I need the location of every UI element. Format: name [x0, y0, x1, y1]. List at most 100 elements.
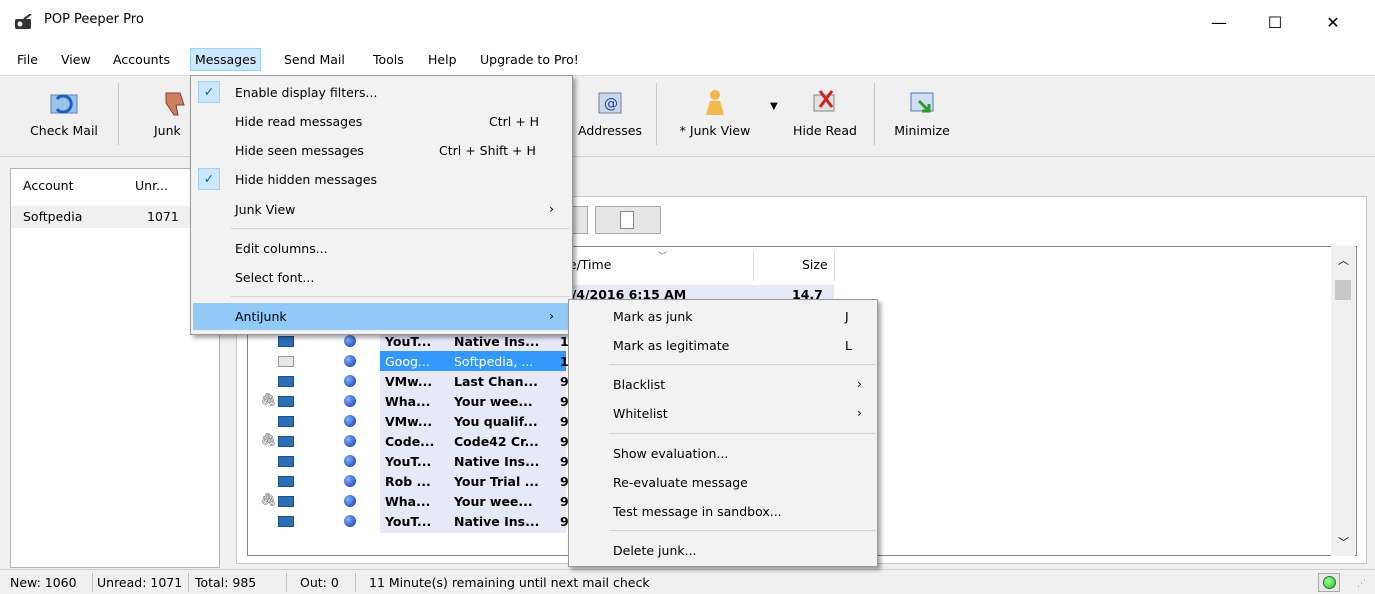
minimize-to-tray-icon: [905, 87, 939, 119]
attachment-icon: 🖇: [260, 493, 277, 508]
junk-button[interactable]: Junk: [140, 81, 190, 151]
account-name: Softpedia: [23, 209, 83, 224]
envelope-icon: [278, 336, 294, 347]
menu-item-enable-display-filters[interactable]: ✓ Enable display filters...: [193, 79, 570, 106]
account-column-header[interactable]: Account: [23, 169, 73, 203]
unread-column-header[interactable]: Unr...: [135, 169, 168, 203]
unread-dot-icon: [344, 455, 356, 467]
menu-separator: [231, 296, 569, 297]
unread-dot-icon: [344, 495, 356, 507]
menu-item-label: Whitelist: [613, 406, 668, 421]
connection-status[interactable]: [1318, 573, 1340, 592]
message-subject: Code42 Cr...: [454, 434, 539, 449]
scrollbar-thumb[interactable]: [1335, 280, 1351, 300]
menu-accounts[interactable]: Accounts: [113, 52, 170, 67]
junk-view-button[interactable]: * Junk View: [670, 81, 760, 151]
message-from: Wha...: [385, 494, 431, 509]
svg-text:@: @: [604, 96, 618, 112]
scroll-up-icon[interactable]: ︿: [1338, 252, 1349, 268]
hide-read-icon: [808, 87, 842, 119]
menu-file[interactable]: File: [17, 52, 38, 67]
junk-view-dropdown-icon[interactable]: ▼: [770, 101, 778, 112]
minimize-window-button[interactable]: —: [1196, 0, 1242, 44]
status-separator: [355, 573, 356, 592]
menu-item-hide-read-messages[interactable]: Hide read messages Ctrl + H: [193, 108, 570, 135]
menu-item-label: Mark as junk: [613, 309, 693, 324]
minimize-button[interactable]: Minimize: [886, 81, 958, 151]
menu-item-hide-seen-messages[interactable]: Hide seen messages Ctrl + Shift + H: [193, 137, 570, 164]
menu-item-re-evaluate-message[interactable]: Re-evaluate message: [571, 469, 875, 496]
menu-item-shortcut: J: [845, 309, 849, 324]
messages-menu: ✓ Enable display filters... Hide read me…: [190, 75, 573, 335]
status-separator: [188, 573, 189, 592]
submenu-arrow-icon: ›: [857, 376, 862, 391]
envelope-icon: [278, 396, 294, 407]
message-from: Rob ...: [385, 474, 431, 489]
accounts-list[interactable]: Account Unr... Softpedia 1071: [10, 168, 220, 568]
menu-item-junk-view[interactable]: Junk View ›: [193, 196, 570, 223]
menu-item-edit-columns[interactable]: Edit columns...: [193, 235, 570, 262]
size-column-header[interactable]: Size: [802, 257, 828, 272]
message-from: VMw...: [385, 374, 433, 389]
message-subject: Your wee...: [454, 494, 533, 509]
account-row[interactable]: Softpedia 1071: [11, 206, 201, 228]
toolbar-separator: [656, 83, 657, 145]
menu-item-show-evaluation[interactable]: Show evaluation...: [571, 440, 875, 467]
menu-item-test-in-sandbox[interactable]: Test message in sandbox...: [571, 498, 875, 525]
message-subject: Last Chan...: [454, 374, 538, 389]
menu-item-delete-junk[interactable]: Delete junk...: [571, 537, 875, 564]
menu-tools[interactable]: Tools: [373, 52, 404, 67]
menu-help[interactable]: Help: [428, 52, 457, 67]
close-window-button[interactable]: ✕: [1310, 0, 1356, 44]
sort-chevron-icon: ﹀: [658, 252, 668, 262]
menu-item-whitelist[interactable]: Whitelist ›: [571, 400, 875, 427]
account-unread-count: 1071: [147, 209, 179, 224]
addresses-label: Addresses: [578, 123, 642, 138]
menu-item-label: Hide hidden messages: [235, 172, 378, 187]
envelope-icon: [278, 416, 294, 427]
address-book-icon: @: [593, 87, 627, 119]
envelope-icon: [278, 496, 294, 507]
menu-item-label: Hide read messages: [235, 114, 363, 129]
menu-item-mark-as-junk[interactable]: Mark as junk J: [571, 303, 875, 330]
menu-item-shortcut: L: [845, 338, 852, 353]
menu-item-label: AntiJunk: [235, 309, 287, 324]
addresses-button[interactable]: @ Addresses: [572, 81, 648, 151]
submenu-arrow-icon: ›: [549, 201, 554, 216]
vertical-scrollbar[interactable]: ︿ ﹀: [1331, 246, 1355, 556]
unread-dot-icon: [344, 515, 356, 527]
menu-item-select-font[interactable]: Select font...: [193, 264, 570, 291]
envelope-icon: [278, 456, 294, 467]
view-tab-page[interactable]: [595, 206, 661, 234]
toolbar-separator: [118, 83, 119, 145]
status-out: Out: 0: [300, 575, 339, 590]
maximize-window-button[interactable]: ☐: [1252, 0, 1298, 44]
status-new: New: 1060: [10, 575, 77, 590]
status-separator: [286, 573, 287, 592]
hide-read-button[interactable]: Hide Read: [786, 81, 864, 151]
status-bar: New: 1060 Unread: 1071 Total: 985 Out: 0…: [0, 569, 1375, 594]
menu-item-label: Hide seen messages: [235, 143, 364, 158]
window-title: POP Peeper Pro: [44, 12, 144, 27]
envelope-icon: [278, 476, 294, 487]
scroll-down-icon[interactable]: ﹀: [1338, 534, 1349, 550]
menu-messages[interactable]: Messages: [190, 48, 262, 71]
menu-item-shortcut: Ctrl + H: [489, 114, 540, 129]
menu-item-mark-as-legitimate[interactable]: Mark as legitimate L: [571, 332, 875, 359]
menu-item-hide-hidden-messages[interactable]: ✓ Hide hidden messages: [193, 166, 570, 193]
resize-grip-icon[interactable]: ⋰: [1357, 579, 1366, 589]
attachment-icon: 🖇: [260, 393, 277, 408]
menu-item-blacklist[interactable]: Blacklist ›: [571, 371, 875, 398]
message-from: Wha...: [385, 394, 431, 409]
check-mail-button[interactable]: Check Mail: [22, 81, 106, 151]
submenu-arrow-icon: ›: [857, 405, 862, 420]
menu-view[interactable]: View: [61, 52, 91, 67]
menu-item-label: Delete junk...: [613, 543, 697, 558]
minimize-label: Minimize: [894, 123, 950, 138]
menu-send-mail[interactable]: Send Mail: [284, 52, 345, 67]
menu-item-antijunk[interactable]: AntiJunk ›: [193, 303, 570, 330]
menu-upgrade[interactable]: Upgrade to Pro!: [480, 52, 579, 67]
envelope-icon: [278, 376, 294, 387]
envelope-icon: [278, 516, 294, 527]
menu-item-label: Enable display filters...: [235, 85, 378, 100]
